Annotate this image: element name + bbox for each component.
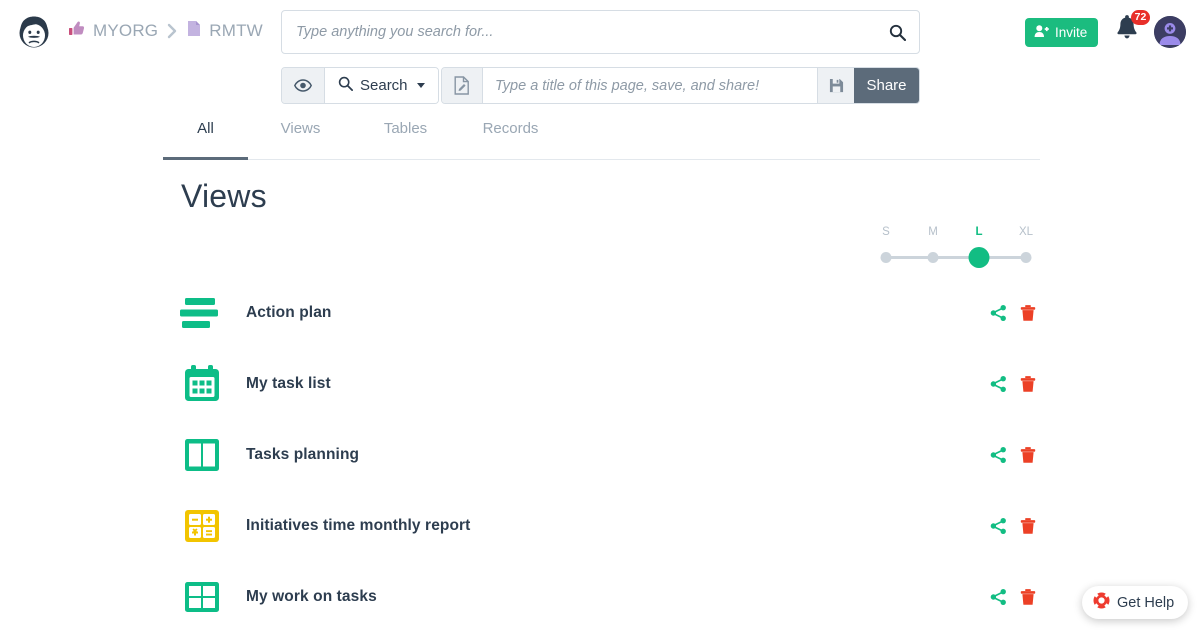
brand-avatar-icon[interactable] — [14, 12, 54, 52]
row-actions — [990, 588, 1036, 605]
user-plus-icon — [1034, 24, 1049, 41]
list-item[interactable]: Action plan — [176, 277, 1036, 348]
lifebuoy-icon — [1093, 592, 1110, 613]
list-item-label: Initiatives time monthly report — [246, 516, 471, 534]
tab-all[interactable]: All — [163, 120, 248, 160]
size-option-m-label[interactable]: M — [928, 226, 938, 238]
list-item-label: My task list — [246, 374, 331, 392]
get-help-label: Get Help — [1117, 594, 1175, 611]
share-button[interactable]: Share — [854, 68, 919, 103]
size-dot-l[interactable] — [968, 247, 990, 268]
share-nodes-icon[interactable] — [990, 304, 1007, 321]
list-item[interactable]: My work on tasks — [176, 561, 1036, 632]
top-bar: MYORG RMTW Type anything you search for.… — [0, 0, 1200, 64]
search-scope-dropdown[interactable]: Search — [325, 68, 438, 103]
share-nodes-icon[interactable] — [990, 517, 1007, 534]
eye-icon[interactable] — [282, 68, 325, 103]
row-actions — [990, 517, 1036, 534]
list-item-label: My work on tasks — [246, 587, 377, 605]
row-actions — [990, 446, 1036, 463]
trash-icon[interactable] — [1020, 446, 1036, 463]
tab-views[interactable]: Views — [258, 120, 343, 159]
page-title: Views — [181, 178, 267, 214]
size-slider-track[interactable] — [886, 256, 1029, 259]
size-dot-s[interactable] — [880, 252, 892, 263]
breadcrumb: MYORG RMTW — [68, 20, 263, 42]
chevron-down-icon — [416, 83, 425, 88]
notifications-bell[interactable]: 72 — [1114, 10, 1150, 48]
size-option-xl-label[interactable]: XL — [1019, 226, 1033, 238]
share-nodes-icon[interactable] — [990, 446, 1007, 463]
row-actions — [990, 304, 1036, 321]
grid-table-icon — [176, 576, 228, 618]
document-icon — [187, 20, 201, 42]
trash-icon[interactable] — [1020, 517, 1036, 534]
views-list: Action plan My task list Tasks planning … — [176, 277, 1036, 632]
invite-label: Invite — [1055, 25, 1088, 40]
breadcrumb-item-page[interactable]: RMTW — [187, 20, 263, 42]
list-item[interactable]: Tasks planning — [176, 419, 1036, 490]
size-dot-m[interactable] — [927, 252, 939, 263]
notification-count-badge: 72 — [1131, 10, 1150, 25]
floppy-disk-icon[interactable] — [817, 68, 854, 103]
content-tabs: All Views Tables Records — [163, 120, 1040, 160]
user-avatar-icon[interactable] — [1154, 16, 1186, 48]
get-help-button[interactable]: Get Help — [1082, 586, 1189, 619]
trash-icon[interactable] — [1020, 588, 1036, 605]
size-option-l-label[interactable]: L — [975, 226, 982, 238]
list-item[interactable]: My task list — [176, 348, 1036, 419]
page-edit-icon[interactable] — [442, 68, 483, 103]
list-item[interactable]: Initiatives time monthly report — [176, 490, 1036, 561]
search-dropdown-label: Search — [360, 77, 408, 94]
global-search-input[interactable] — [282, 24, 875, 40]
search-button-group: Search — [281, 67, 439, 104]
list-item-label: Tasks planning — [246, 445, 360, 463]
row-actions — [990, 375, 1036, 392]
size-selector: S M L XL — [875, 226, 1040, 268]
breadcrumb-item-org[interactable]: MYORG — [68, 20, 158, 42]
global-search-bar — [281, 10, 920, 54]
trash-icon[interactable] — [1020, 375, 1036, 392]
calendar-icon — [176, 363, 228, 405]
bell-icon — [1114, 15, 1140, 46]
tab-tables[interactable]: Tables — [363, 120, 448, 159]
share-nodes-icon[interactable] — [990, 588, 1007, 605]
breadcrumb-label-org: MYORG — [93, 21, 159, 40]
invite-button[interactable]: Invite — [1025, 18, 1099, 47]
thumbs-up-icon — [68, 20, 85, 42]
trash-icon[interactable] — [1020, 304, 1036, 321]
page-title-input[interactable] — [483, 68, 817, 103]
breadcrumb-label-page: RMTW — [209, 21, 263, 40]
size-dot-xl[interactable] — [1020, 252, 1032, 263]
page-title-group: Share — [441, 67, 920, 104]
size-option-s-label[interactable]: S — [882, 226, 890, 238]
list-bars-icon — [176, 292, 228, 334]
breadcrumb-separator-icon — [167, 23, 178, 39]
search-icon[interactable] — [875, 11, 919, 53]
two-column-board-icon — [176, 434, 228, 476]
list-item-label: Action plan — [246, 303, 332, 321]
page-toolbar: Search Share — [0, 67, 1200, 107]
share-nodes-icon[interactable] — [990, 375, 1007, 392]
calculator-icon — [176, 505, 228, 547]
search-icon — [338, 76, 353, 95]
tab-records[interactable]: Records — [468, 120, 553, 159]
